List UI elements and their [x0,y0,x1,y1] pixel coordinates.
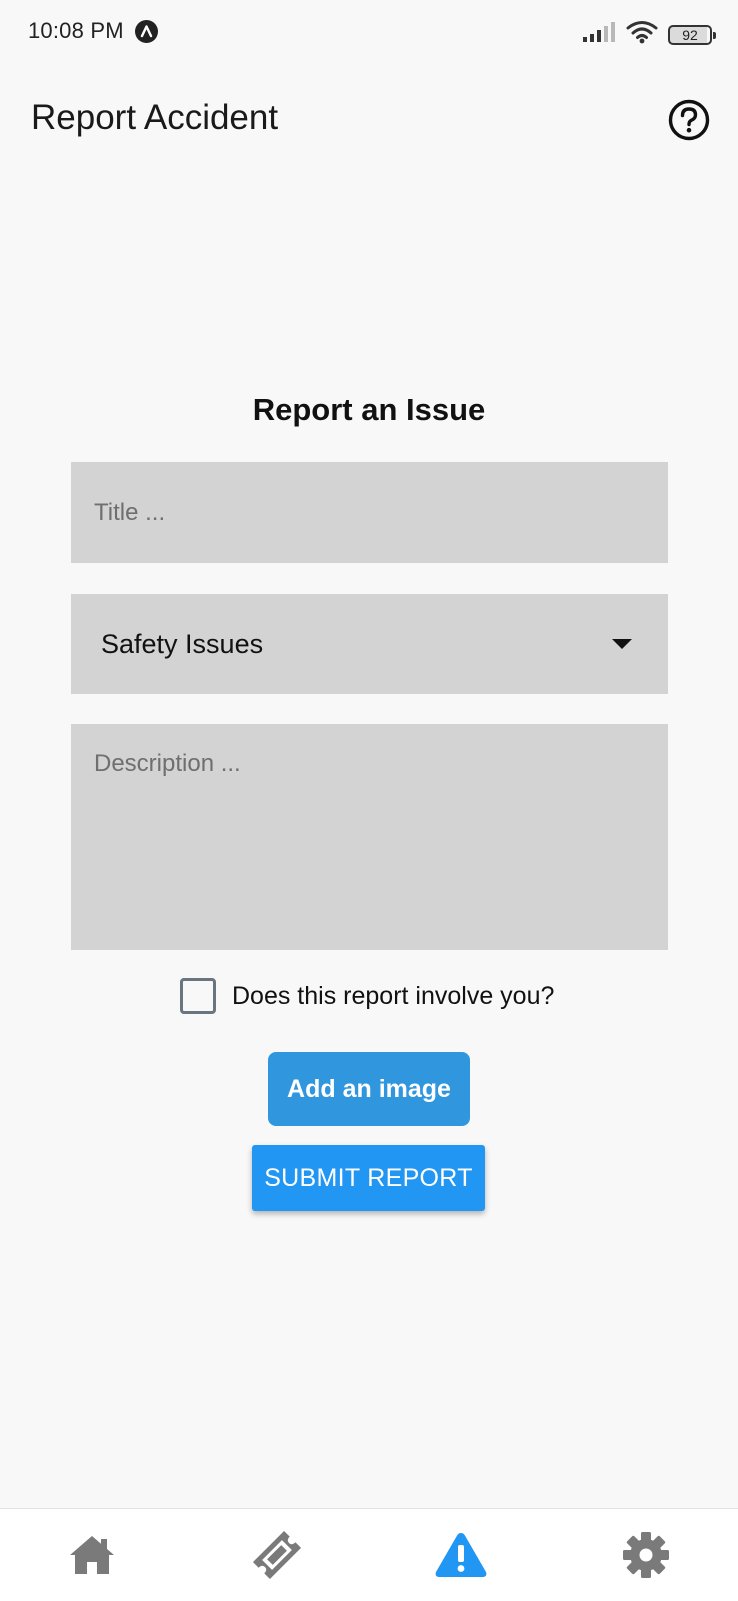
settings-icon [621,1530,671,1580]
signal-icon [582,21,616,48]
warning-icon [433,1530,489,1580]
wifi-icon [626,20,658,49]
category-value: Safety Issues [101,629,612,660]
home-icon [67,1532,117,1578]
help-circle-icon [667,98,711,142]
status-bar: 10:08 PM 92 [0,0,738,66]
bottom-nav [0,1508,738,1601]
involve-checkbox-row[interactable]: Does this report involve you? [180,978,554,1014]
nav-tab-settings[interactable] [554,1509,738,1601]
form-heading: Report an Issue [0,392,738,428]
help-button[interactable] [667,98,711,142]
submit-report-button[interactable]: SUBMIT REPORT [252,1145,485,1211]
chevron-down-icon [612,639,632,649]
battery-icon: 92 [668,25,712,45]
app-notification-icon [135,20,158,43]
battery-percent: 92 [670,25,710,45]
nav-tab-report[interactable] [369,1509,554,1601]
category-select[interactable]: Safety Issues [71,594,668,694]
involve-checkbox[interactable] [180,978,216,1014]
involve-label: Does this report involve you? [232,982,554,1011]
nav-tab-home[interactable] [0,1509,185,1601]
status-icons: 92 [582,20,712,49]
add-image-button[interactable]: Add an image [268,1052,470,1126]
status-time: 10:08 PM [28,18,124,44]
title-input[interactable] [71,462,668,563]
nav-tab-tickets[interactable] [185,1509,370,1601]
description-input[interactable] [71,724,668,950]
ticket-icon [249,1530,305,1580]
page-title: Report Accident [31,98,278,138]
app-header: Report Accident [0,86,738,156]
